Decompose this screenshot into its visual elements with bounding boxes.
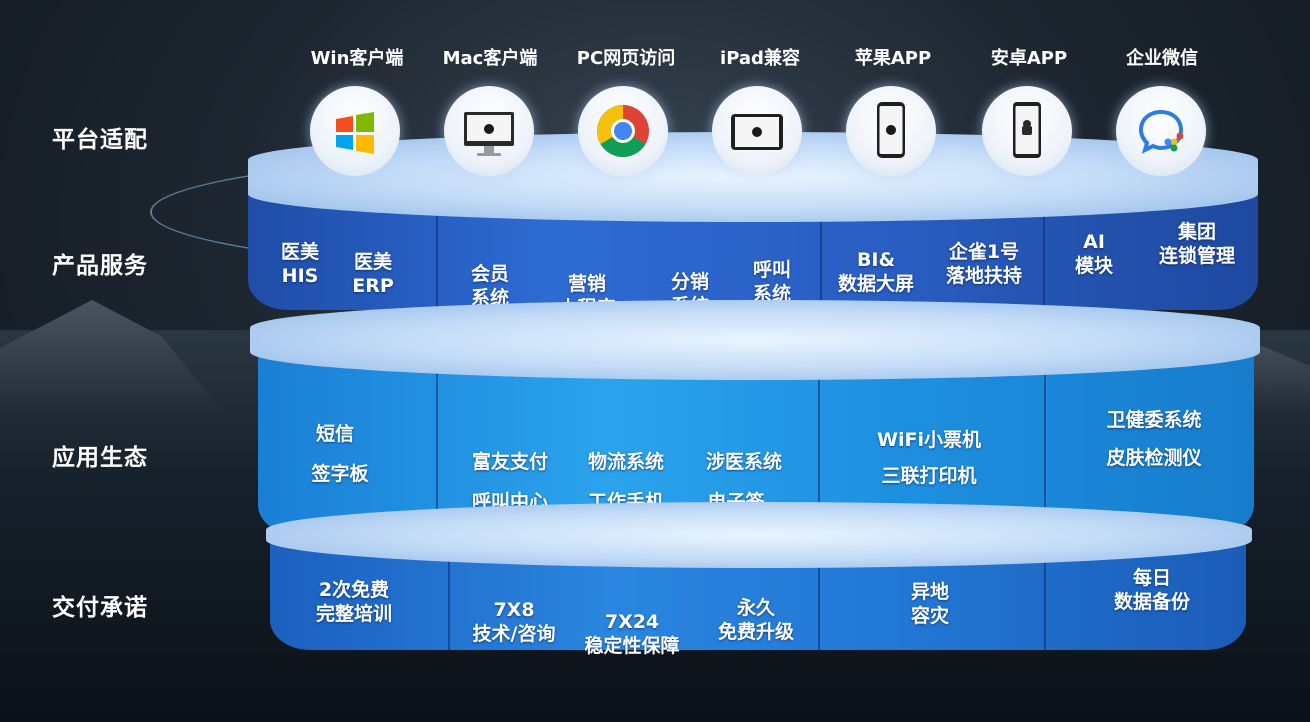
delivery-cell-upgrade: 永久 免费升级 — [717, 597, 794, 643]
chrome-icon — [578, 86, 668, 176]
eco-col5-item1: WiFi小票机 — [877, 429, 981, 451]
row-label-product: 产品服务 — [52, 253, 148, 279]
eco-col6-item2: 皮肤检测仪 — [1106, 447, 1202, 469]
platform-label-android: 安卓APP — [990, 48, 1068, 69]
windows-icon — [310, 86, 400, 176]
ipad-icon — [712, 86, 802, 176]
delivery-slab-top — [266, 502, 1252, 568]
product-cell-bi: BI& 数据大屏 — [837, 249, 914, 295]
platform-label-mac: Mac客户端 — [442, 48, 538, 69]
product-cell-erp: 医美 ERP — [352, 251, 394, 297]
eco-col2-item1: 富友支付 — [471, 451, 548, 473]
delivery-cell-disaster: 异地 容灾 — [910, 581, 949, 627]
eco-col3-item1: 物流系统 — [587, 451, 664, 473]
delivery-cell-training: 2次免费 完整培训 — [315, 579, 392, 625]
wecom-icon — [1116, 86, 1206, 176]
eco-col4-item1: 涉医系统 — [705, 451, 782, 473]
product-cell-qiqiao: 企雀1号 落地扶持 — [945, 241, 1022, 287]
row-label-ecosystem: 应用生态 — [52, 445, 148, 471]
delivery-cell-7x24: 7X24 稳定性保障 — [584, 611, 680, 657]
platform-label-web: PC网页访问 — [576, 48, 676, 69]
eco-col5-item2: 三联打印机 — [881, 465, 977, 487]
eco-col1-item2: 签字板 — [311, 463, 369, 485]
iphone-icon — [846, 86, 936, 176]
row-label-platform: 平台适配 — [52, 127, 148, 153]
platform-label-wecom: 企业微信 — [1126, 48, 1198, 69]
product-cell-his: 医美 HIS — [280, 241, 319, 287]
platform-label-ipad: iPad兼容 — [720, 48, 800, 69]
imac-icon — [444, 86, 534, 176]
delivery-cell-backup: 每日 数据备份 — [1113, 567, 1190, 613]
platform-label-iphone: 苹果APP — [854, 48, 932, 69]
stage: 平台适配 产品服务 应用生态 交付承诺 Win客户端 Mac客户端 PC网页访问… — [0, 0, 1310, 722]
product-cell-group: 集团 连锁管理 — [1158, 221, 1235, 267]
product-cell-call: 呼叫 系统 — [752, 259, 791, 305]
android-phone-icon — [982, 86, 1072, 176]
eco-col1-item1: 短信 — [315, 423, 354, 445]
eco-col6-item1: 卫健委系统 — [1106, 409, 1202, 431]
platform-label-win: Win客户端 — [310, 48, 404, 69]
ecosystem-slab-top — [250, 300, 1260, 380]
product-cell-ai: AI 模块 — [1074, 231, 1113, 277]
delivery-cell-7x8: 7X8 技术/咨询 — [472, 599, 556, 645]
row-label-delivery: 交付承诺 — [52, 595, 148, 621]
